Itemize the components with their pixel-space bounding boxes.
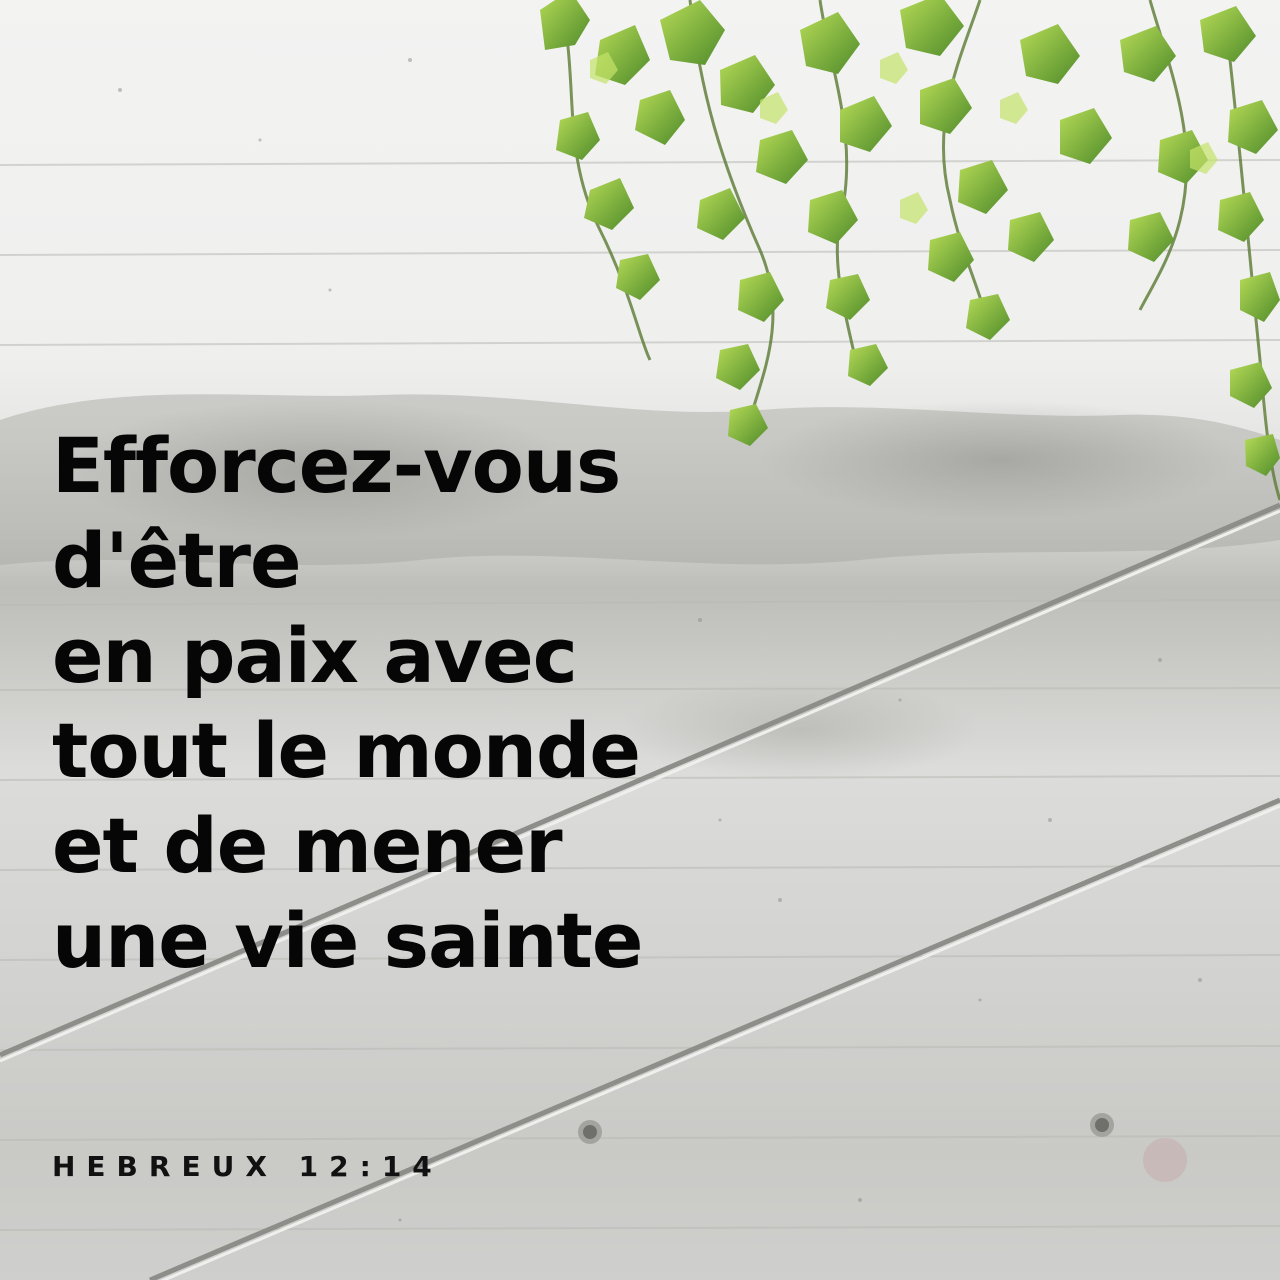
verse-image: Efforcez-vous d'être en paix avec tout l…	[0, 0, 1280, 1280]
verse-line: et de mener	[52, 801, 563, 890]
verse-line: Efforcez-vous	[52, 421, 621, 510]
verse-text: Efforcez-vous d'être en paix avec tout l…	[52, 418, 952, 988]
verse-reference: HEBREUX 12:14	[52, 1150, 443, 1183]
verse-line: en paix avec	[52, 611, 578, 700]
verse-line: une vie sainte	[52, 896, 643, 985]
verse-line: tout le monde	[52, 706, 641, 795]
verse-line: d'être	[52, 516, 302, 605]
wall-tie-holes	[578, 1113, 1187, 1182]
